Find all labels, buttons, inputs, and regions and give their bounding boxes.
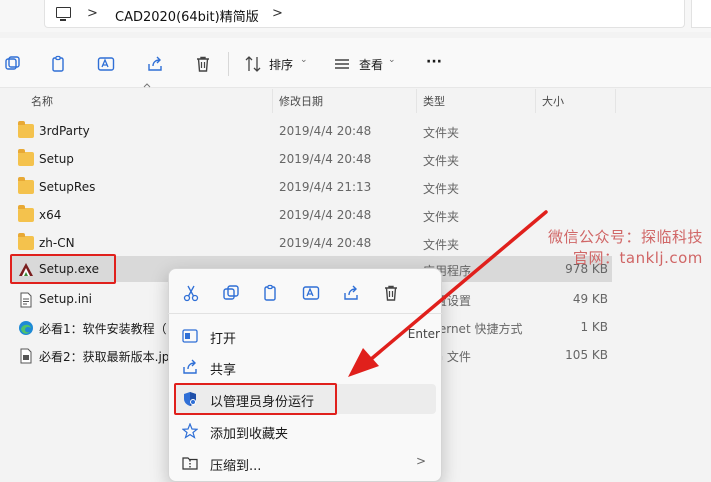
annotation-arrow xyxy=(348,210,548,377)
